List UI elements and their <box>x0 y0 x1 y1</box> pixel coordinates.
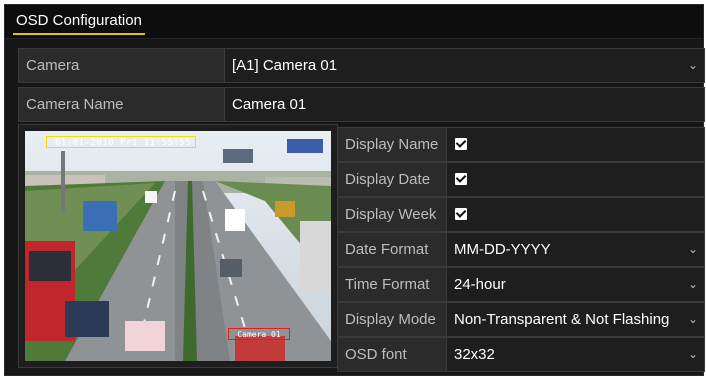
display-name-value <box>446 128 704 161</box>
display-name-row: Display Name <box>337 127 705 162</box>
time-format-select-value: 24-hour <box>454 276 506 293</box>
display-week-label: Display Week <box>345 206 437 223</box>
time-format-select[interactable]: 24-hour ⌄ <box>446 268 704 301</box>
camera-name-row: Camera Name Camera 01 <box>18 87 705 122</box>
osd-font-select-value: 32x32 <box>454 346 495 363</box>
tab-osd-configuration[interactable]: OSD Configuration <box>13 11 145 35</box>
display-mode-select[interactable]: Non-Transparent & Not Flashing ⌄ <box>446 303 704 336</box>
chevron-down-icon: ⌄ <box>687 347 698 361</box>
tab-bar: OSD Configuration <box>5 5 703 39</box>
date-format-row: Date Format MM-DD-YYYY ⌄ <box>337 232 705 267</box>
display-name-label: Display Name <box>345 136 439 153</box>
osd-font-row: OSD font 32x32 ⌄ <box>337 337 705 372</box>
display-date-row: Display Date <box>337 162 705 197</box>
time-format-row: Time Format 24-hour ⌄ <box>337 267 705 302</box>
display-date-value <box>446 163 704 196</box>
camera-scene-image <box>25 131 331 361</box>
osd-date-overlay[interactable]: 01-01-2010 Fri 11:55:55 <box>46 136 196 148</box>
chevron-down-icon: ⌄ <box>687 277 698 291</box>
display-date-label: Display Date <box>345 171 431 188</box>
display-name-checkbox[interactable] <box>455 138 467 150</box>
display-mode-select-value: Non-Transparent & Not Flashing <box>454 311 670 328</box>
chevron-down-icon: ⌄ <box>687 312 698 326</box>
display-date-checkbox[interactable] <box>455 173 467 185</box>
osd-font-label: OSD font <box>345 346 407 363</box>
date-format-select[interactable]: MM-DD-YYYY ⌄ <box>446 233 704 266</box>
camera-name-label: Camera Name <box>26 96 124 113</box>
display-mode-label: Display Mode <box>345 311 436 328</box>
chevron-down-icon: ⌄ <box>687 58 698 72</box>
date-format-label: Date Format <box>345 241 429 258</box>
display-mode-row: Display Mode Non-Transparent & Not Flash… <box>337 302 705 337</box>
date-format-select-value: MM-DD-YYYY <box>454 241 551 258</box>
display-week-row: Display Week <box>337 197 705 232</box>
osd-configuration-panel: OSD Configuration Camera [A1] Camera 01 … <box>4 4 705 376</box>
camera-label: Camera <box>26 57 80 74</box>
display-week-checkbox[interactable] <box>455 208 467 220</box>
osd-camera-name-overlay[interactable]: Camera 01 <box>228 328 290 340</box>
camera-name-field[interactable]: Camera 01 <box>224 88 704 121</box>
camera-select[interactable]: [A1] Camera 01 ⌄ <box>224 49 704 82</box>
camera-select-value: [A1] Camera 01 <box>232 57 338 74</box>
chevron-down-icon: ⌄ <box>687 242 698 256</box>
live-preview: 01-01-2010 Fri 11:55:55 Camera 01 <box>18 124 338 368</box>
osd-font-select[interactable]: 32x32 ⌄ <box>446 338 704 371</box>
time-format-label: Time Format <box>345 276 430 293</box>
camera-row: Camera [A1] Camera 01 ⌄ <box>18 48 705 83</box>
display-week-value <box>446 198 704 231</box>
